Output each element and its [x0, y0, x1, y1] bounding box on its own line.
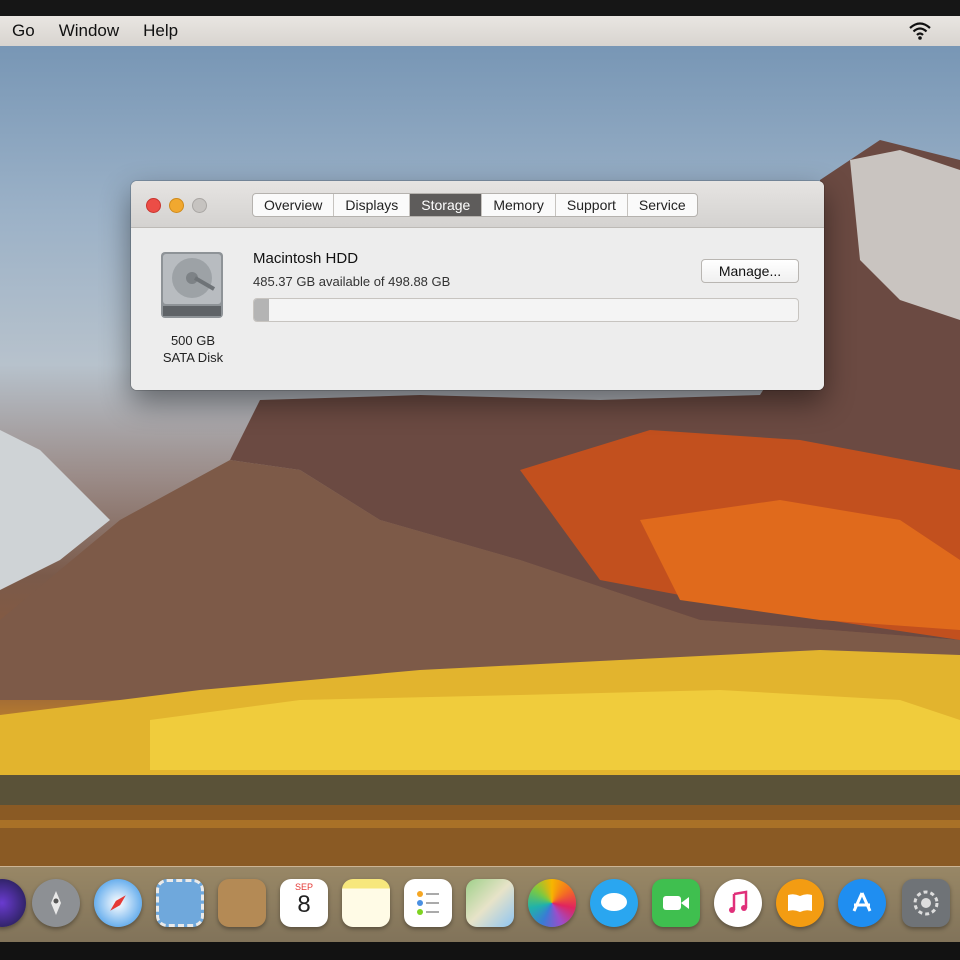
storage-pane: 500 GB SATA Disk Macintosh HDD 485.37 GB…	[131, 228, 824, 390]
notes-icon[interactable]	[342, 879, 390, 927]
about-this-mac-window: Overview Displays Storage Memory Support…	[131, 181, 824, 390]
reminders-icon[interactable]	[404, 879, 452, 927]
calendar-icon[interactable]: SEP 8	[280, 879, 328, 927]
window-titlebar[interactable]: Overview Displays Storage Memory Support…	[131, 181, 824, 228]
mail-stamp-icon[interactable]	[156, 879, 204, 927]
bottom-bezel	[0, 942, 960, 960]
tab-overview[interactable]: Overview	[253, 194, 335, 216]
wifi-icon[interactable]	[908, 21, 932, 46]
itunes-icon[interactable]	[714, 879, 762, 927]
storage-usage-fill	[254, 299, 269, 321]
tab-displays[interactable]: Displays	[334, 194, 411, 216]
top-bezel	[0, 0, 960, 16]
menu-bar: Go Window Help	[0, 16, 960, 46]
menu-window[interactable]: Window	[59, 21, 119, 41]
segmented-tab-control: Overview Displays Storage Memory Support…	[252, 193, 698, 217]
calendar-day: 8	[297, 891, 311, 918]
launchpad-rocket-icon[interactable]	[32, 879, 80, 927]
app-store-icon[interactable]	[838, 879, 886, 927]
facetime-icon[interactable]	[652, 879, 700, 927]
messages-icon[interactable]	[590, 879, 638, 927]
disk-capacity-label: 500 GB	[170, 333, 216, 348]
manage-button[interactable]: Manage...	[701, 259, 799, 283]
safari-compass-icon[interactable]	[94, 879, 142, 927]
tab-memory[interactable]: Memory	[482, 194, 556, 216]
tab-service[interactable]: Service	[628, 194, 697, 216]
storage-usage-bar	[253, 298, 799, 322]
wallpaper-mountains	[0, 140, 960, 867]
menu-go[interactable]: Go	[12, 21, 35, 41]
volume-available-text: 485.37 GB available of 498.88 GB	[253, 274, 451, 289]
photos-icon[interactable]	[528, 879, 576, 927]
ibooks-icon[interactable]	[776, 879, 824, 927]
contacts-book-icon[interactable]	[218, 879, 266, 927]
close-window-button[interactable]	[146, 198, 161, 213]
minimize-window-button[interactable]	[169, 198, 184, 213]
disk-type-label: SATA Disk	[162, 350, 224, 365]
system-preferences-gear-icon[interactable]	[902, 879, 950, 927]
tab-support[interactable]: Support	[556, 194, 628, 216]
dock: SEP 8	[0, 866, 960, 943]
siri-icon[interactable]	[0, 879, 26, 927]
zoom-window-button[interactable]	[192, 198, 207, 213]
desktop-wallpaper	[0, 0, 960, 960]
hard-disk-icon	[161, 252, 223, 318]
tab-storage[interactable]: Storage	[410, 194, 483, 216]
menu-help[interactable]: Help	[143, 21, 178, 41]
volume-name: Macintosh HDD	[253, 250, 359, 267]
maps-icon[interactable]	[466, 879, 514, 927]
